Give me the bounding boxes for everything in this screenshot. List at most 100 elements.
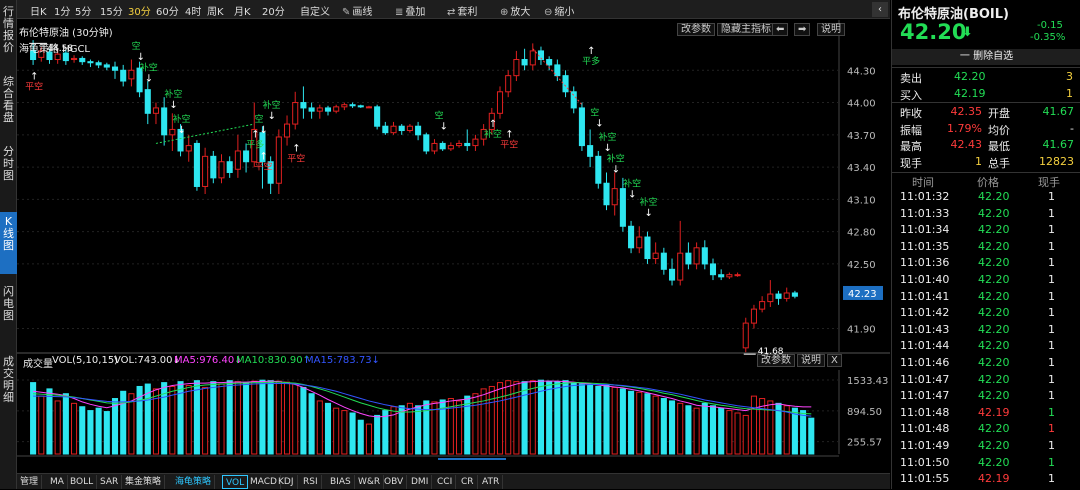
tick-time: 11:01:35 [900, 239, 950, 253]
tick-row: 11:01:49 42.20 1 [892, 438, 1080, 455]
volume-bar [54, 400, 61, 455]
tick-price: 42.20 [978, 339, 1010, 353]
volume-bar [95, 407, 102, 455]
candle [562, 75, 569, 93]
volume-bar [292, 383, 299, 455]
arrow-right-icon[interactable]: ➡ [794, 23, 811, 36]
tick-row: 11:01:36 42.20 1 [892, 255, 1080, 272]
volume-bar [496, 382, 504, 455]
tool-3[interactable]: ⊕ 放大 [500, 3, 530, 18]
vol-close-button[interactable]: X [827, 354, 842, 367]
indicator-tab-3[interactable]: SAR [97, 475, 123, 489]
arrow-down-icon: ↓ [145, 73, 153, 84]
left-tab-4[interactable]: 闪电图 [0, 282, 17, 344]
indicator-tab-4[interactable]: 集金策略 [122, 475, 166, 489]
tick-volume: 1 [1048, 256, 1055, 270]
volume-bar [652, 395, 659, 455]
arrow-left-icon[interactable]: ⬅ [772, 23, 789, 36]
edit-params-button[interactable]: 改参数 [677, 23, 715, 36]
trade-signal: 补空 [140, 61, 158, 73]
tick-price: 42.20 [978, 455, 1010, 469]
volume-bar [103, 411, 110, 455]
tool-1[interactable]: ≣ 叠加 [395, 3, 425, 18]
period-9[interactable]: 20分 [262, 3, 285, 18]
indicator-tab-2[interactable]: BOLL [67, 475, 98, 489]
left-tab-0[interactable]: 行情报价 [0, 2, 17, 64]
tool-0[interactable]: ✎ 画线 [342, 3, 372, 18]
hide-indicator-button[interactable]: 隐藏主指标 [717, 23, 775, 36]
tick-time: 11:01:40 [900, 273, 950, 286]
candle [464, 142, 471, 147]
x-tick-label: 07 [737, 459, 750, 460]
indicator-tab-9[interactable]: RSI [300, 475, 322, 489]
chart-title: 布伦特原油 (30分钟) [19, 28, 113, 39]
zoom-out-icon: ⊖ [544, 7, 553, 18]
tool-label: 叠加 [405, 7, 426, 18]
tick-volume: 1 [1048, 356, 1055, 369]
period-2[interactable]: 5分 [75, 3, 91, 18]
nav-left-button[interactable]: ‹ [872, 2, 888, 17]
volume-bar [587, 385, 594, 455]
volume-bar [267, 380, 274, 455]
arrow-down-icon: ↓ [604, 143, 612, 154]
candle [169, 128, 176, 136]
indicator-tab-14[interactable]: CCI [434, 475, 457, 489]
period-7[interactable]: 周K [207, 3, 224, 18]
volume-bar [578, 383, 585, 455]
volume-bar [38, 395, 45, 455]
candle [742, 322, 749, 349]
volume-bar [218, 383, 225, 455]
period-4[interactable]: 30分 [128, 3, 151, 18]
volume-value: VOL:743.00↓ [114, 355, 181, 366]
period-5[interactable]: 60分 [156, 3, 179, 18]
left-tab-2[interactable]: 分时图 [0, 142, 17, 204]
left-tab-3[interactable]: K线图 [0, 212, 17, 274]
indicator-tab-11[interactable]: W&R [355, 475, 385, 489]
indicator-tab-13[interactable]: DMI [408, 475, 433, 489]
indicator-tab-0[interactable]: 管理 [17, 475, 43, 489]
volume-bar [718, 407, 725, 455]
period-0[interactable]: 日K [30, 3, 47, 18]
candle [349, 104, 356, 107]
indicator-tab-10[interactable]: BIAS [327, 475, 355, 489]
indicator-tab-5[interactable]: 海龟策略 [172, 475, 216, 489]
price-tick: 44.30 [847, 66, 876, 77]
tick-time: 11:01:44 [900, 339, 950, 353]
tool-label: 套利 [457, 7, 478, 18]
tool-2[interactable]: ⇄ 套利 [447, 3, 477, 18]
candle [152, 107, 160, 114]
ask-volume: 3 [1066, 70, 1073, 83]
volume-bar [382, 410, 389, 455]
custom-period-button[interactable]: 自定义 [300, 3, 330, 18]
vol-edit-params-button[interactable]: 改参数 [757, 354, 795, 367]
volume-bar [374, 414, 381, 455]
left-tab-1[interactable]: 综合看盘 [0, 72, 17, 134]
indicator-tab-6[interactable]: VOL [222, 475, 249, 489]
period-6[interactable]: 4时 [185, 3, 201, 18]
candle [619, 188, 626, 227]
arrow-up-icon: ↑ [251, 130, 259, 141]
left-tab-5[interactable]: 成交明细 [0, 352, 17, 414]
indicator-tab-1[interactable]: MA [47, 475, 68, 489]
remove-watchlist-button[interactable]: 一 删除自选 [892, 49, 1080, 65]
kline-chart[interactable]: 44.30 44.00 43.70 43.40 43.10 42.80 42.50 41.90… [17, 20, 890, 460]
indicator-tab-8[interactable]: KDJ [275, 475, 298, 489]
period-1[interactable]: 1分 [54, 3, 70, 18]
candle [243, 150, 250, 163]
period-3[interactable]: 15分 [100, 3, 123, 18]
indicator-tab-15[interactable]: CR [458, 475, 478, 489]
volume-bar [62, 393, 69, 455]
vol-help-button[interactable]: 说明 [797, 354, 825, 367]
volume-bar [243, 382, 250, 455]
tick-price: 42.20 [978, 190, 1010, 203]
tool-4[interactable]: ⊖ 缩小 [544, 3, 574, 18]
tick-row: 11:01:41 42.20 1 [892, 289, 1080, 306]
indicator-tab-12[interactable]: OBV [381, 475, 408, 489]
indicator-tab-16[interactable]: ATR [479, 475, 504, 489]
arrow-up-icon: ↑ [505, 130, 513, 141]
tick-row: 11:01:48 42.20 1 [892, 421, 1080, 438]
help-button[interactable]: 说明 [817, 23, 845, 36]
trade-signal: 补空 [639, 196, 657, 208]
chart-header: 布伦特原油 (30分钟) 海龟策略 HGCL 改参数 隐藏主指标 ⬅ ➡ 说明 [17, 20, 890, 55]
period-8[interactable]: 月K [234, 3, 251, 18]
